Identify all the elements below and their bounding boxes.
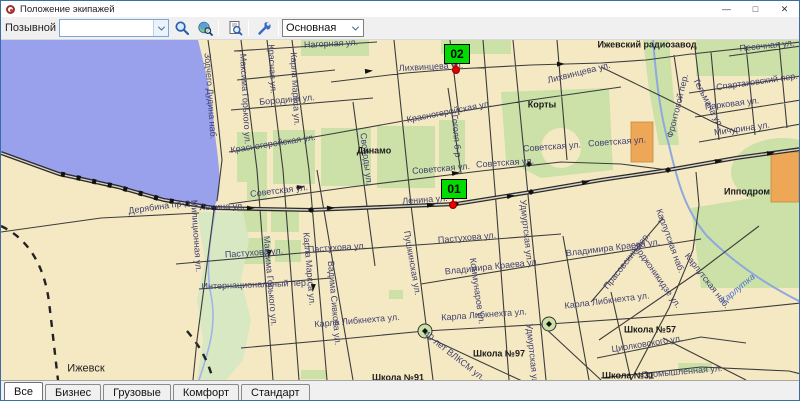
callsign-label: Позывной: [5, 22, 56, 34]
toolbar-separator: [218, 20, 219, 36]
map-search-button[interactable]: [195, 18, 215, 38]
toolbar: Позывной: [1, 17, 799, 40]
search-button[interactable]: [172, 18, 192, 38]
callsign-input[interactable]: [60, 20, 153, 36]
vehicle-marker-02[interactable]: 02: [444, 44, 470, 64]
toolbar-separator: [248, 20, 249, 36]
settings-button[interactable]: [255, 18, 275, 38]
search-icon: [174, 20, 190, 36]
callsign-dropdown-arrow-icon[interactable]: [153, 20, 168, 36]
map-search-icon: [197, 20, 213, 36]
window-controls: — □ ✕: [712, 1, 799, 17]
map-canvas[interactable]: Лихвинцева ул.Лихвинцева ул.Красногеройс…: [1, 40, 800, 380]
window-title: Положение экипажей: [20, 4, 115, 15]
marker-position-dot: [449, 201, 457, 209]
app-window: Положение экипажей — □ ✕ Позывной: [0, 0, 800, 401]
vehicle-marker-01[interactable]: 01: [441, 179, 467, 199]
tab-bar: ВсеБизнесГрузовыеКомфортСтандарт: [1, 380, 799, 401]
close-button[interactable]: ✕: [770, 1, 799, 17]
toolbar-separator: [278, 20, 279, 36]
print-preview-icon: [227, 20, 243, 36]
layer-dropdown-arrow-icon[interactable]: [348, 20, 363, 36]
layer-combobox[interactable]: Основная: [282, 19, 364, 37]
print-preview-button[interactable]: [225, 18, 245, 38]
tab-Грузовые[interactable]: Грузовые: [103, 384, 171, 401]
tab-Бизнес[interactable]: Бизнес: [45, 384, 101, 401]
callsign-combobox[interactable]: [59, 19, 169, 37]
marker-position-dot: [452, 66, 460, 74]
tab-Комфорт[interactable]: Комфорт: [173, 384, 239, 401]
tab-Стандарт[interactable]: Стандарт: [241, 384, 310, 401]
app-icon: [6, 5, 15, 14]
title-bar: Положение экипажей — □ ✕: [1, 1, 799, 17]
map-drawing: [1, 40, 800, 380]
tab-Все[interactable]: Все: [4, 382, 43, 401]
maximize-button[interactable]: □: [741, 1, 770, 17]
minimize-button[interactable]: —: [712, 1, 741, 17]
wrench-icon: [257, 20, 273, 36]
layer-selected-value: Основная: [283, 22, 348, 34]
